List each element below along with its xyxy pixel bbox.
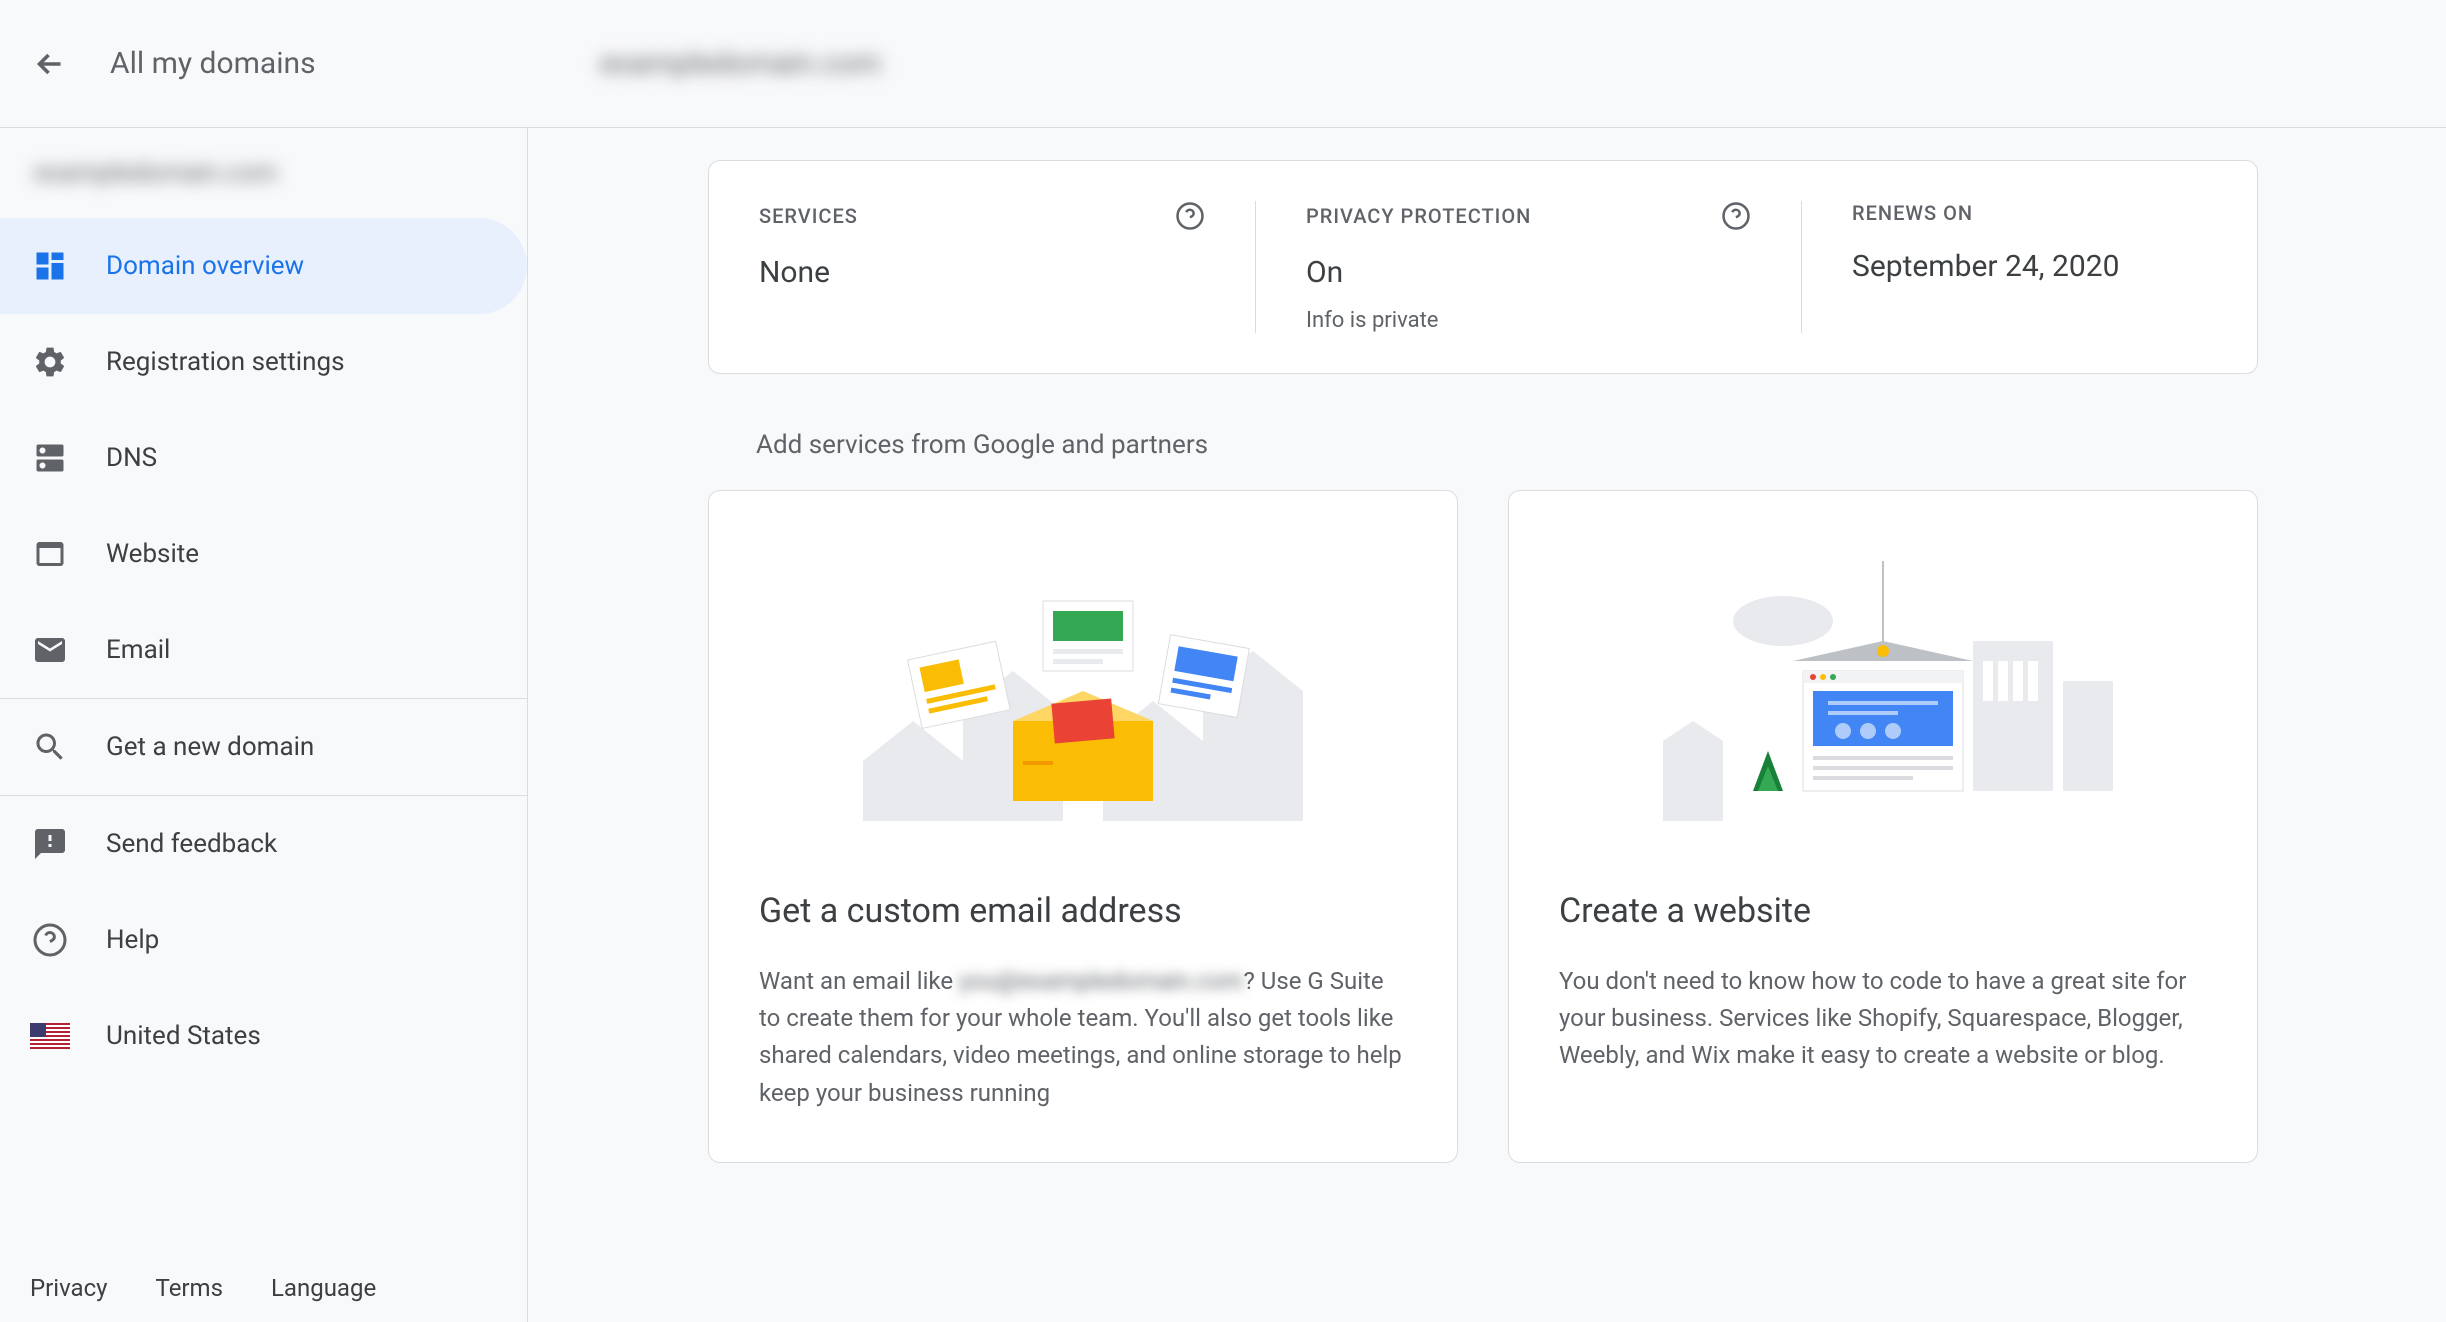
help-icon[interactable] [1175,201,1205,231]
card-title: Create a website [1559,891,2207,931]
help-icon[interactable] [1721,201,1751,231]
summary-renews: RENEWS ON September 24, 2020 [1801,201,2257,333]
sidebar-item-send-feedback[interactable]: Send feedback [0,796,527,892]
search-icon [30,727,70,767]
sidebar-item-label: Help [106,925,159,955]
footer-terms[interactable]: Terms [156,1274,223,1302]
card-title: Get a custom email address [759,891,1407,931]
dns-icon [30,438,70,478]
summary-label: SERVICES [759,204,858,228]
footer-privacy[interactable]: Privacy [30,1274,108,1302]
sidebar-item-get-new-domain[interactable]: Get a new domain [0,699,527,795]
help-icon [30,920,70,960]
sidebar-domain-name: exampledomain.com [0,128,527,218]
sidebar-item-label: Get a new domain [106,732,314,762]
back-arrow-icon[interactable] [30,44,70,84]
sidebar-item-label: Email [106,635,170,665]
sidebar-item-label: Registration settings [106,347,344,377]
main-content: SERVICES None PRIVACY PROTECTION On Info… [528,128,2446,1322]
header: All my domains exampledomain.com [0,0,2446,128]
service-card-website[interactable]: Create a website You don't need to know … [1508,490,2258,1163]
sidebar-item-registration-settings[interactable]: Registration settings [0,314,527,410]
summary-value: On [1306,255,1751,290]
footer-links: Privacy Terms Language [30,1274,376,1302]
sidebar-item-label: Domain overview [106,251,304,281]
footer-language[interactable]: Language [271,1274,376,1302]
header-title[interactable]: All my domains [110,46,316,81]
summary-label: RENEWS ON [1852,201,1973,225]
card-body: Want an email like you@exampledomain.com… [759,963,1407,1112]
sidebar: exampledomain.com Domain overview Regist… [0,128,528,1322]
sidebar-item-email[interactable]: Email [0,602,527,698]
email-illustration [759,531,1407,851]
card-body-blur: you@exampledomain.com [959,967,1243,995]
feedback-icon [30,824,70,864]
flag-us-icon [30,1016,70,1056]
summary-card: SERVICES None PRIVACY PROTECTION On Info… [708,160,2258,374]
header-domain-name: exampledomain.com [600,46,881,81]
card-body: You don't need to know how to code to ha… [1559,963,2207,1075]
sidebar-item-label: Send feedback [106,829,277,859]
section-title: Add services from Google and partners [756,430,2446,460]
summary-subtext: Info is private [1306,308,1751,333]
summary-value: None [759,255,1205,290]
gear-icon [30,342,70,382]
service-card-email[interactable]: Get a custom email address Want an email… [708,490,1458,1163]
sidebar-item-label: United States [106,1021,261,1051]
sidebar-item-region[interactable]: United States [0,988,527,1084]
sidebar-item-help[interactable]: Help [0,892,527,988]
summary-services: SERVICES None [709,201,1255,333]
website-icon [30,534,70,574]
header-left: All my domains [0,44,528,84]
summary-value: September 24, 2020 [1852,249,2207,284]
website-illustration [1559,531,2207,851]
sidebar-item-label: DNS [106,443,157,473]
sidebar-item-dns[interactable]: DNS [0,410,527,506]
service-cards-row: Get a custom email address Want an email… [708,490,2258,1163]
dashboard-icon [30,246,70,286]
sidebar-item-website[interactable]: Website [0,506,527,602]
email-icon [30,630,70,670]
sidebar-item-domain-overview[interactable]: Domain overview [0,218,527,314]
summary-label: PRIVACY PROTECTION [1306,204,1531,228]
sidebar-item-label: Website [106,539,199,569]
summary-privacy: PRIVACY PROTECTION On Info is private [1255,201,1801,333]
card-body-prefix: Want an email like [759,967,959,995]
